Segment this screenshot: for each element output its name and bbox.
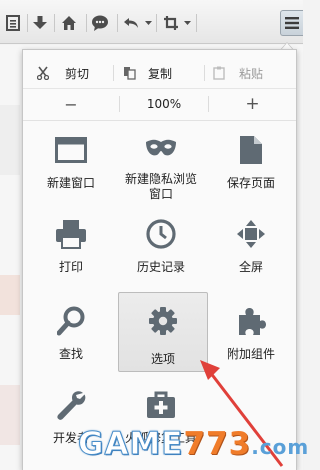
copy-icon (124, 67, 136, 80)
toolbar-separator (196, 14, 197, 32)
watermark-part1: GAME (77, 426, 184, 463)
new-private-window-button[interactable]: 新建隐私浏览 窗口 (116, 122, 206, 202)
paste-button[interactable]: 粘贴 (213, 58, 293, 88)
copy-label: 复制 (148, 66, 173, 81)
print-label: 打印 (58, 260, 83, 274)
firefox-menu-panel: 剪切 复制 粘贴 − 100% + 新建窗口 新建隐私浏览 窗口 保存页面 打印… (22, 49, 297, 470)
crop-dropdown-icon[interactable] (182, 12, 192, 34)
toolbar-separator (86, 14, 87, 32)
add-ons-button[interactable]: 附加组件 (206, 293, 296, 373)
new-window-label: 新建窗口 (46, 176, 95, 190)
gear-icon (148, 303, 178, 339)
cut-label: 剪切 (65, 66, 90, 81)
chat-icon[interactable] (89, 12, 111, 34)
window-icon (55, 132, 87, 168)
magnifier-icon (57, 303, 85, 339)
options-button[interactable]: 选项 (118, 292, 208, 372)
fullscreen-label: 全屏 (238, 260, 263, 274)
zoom-out-button[interactable]: − (23, 89, 119, 119)
save-page-label: 保存页面 (226, 176, 275, 190)
history-label: 历史记录 (136, 260, 185, 274)
save-page-button[interactable]: 保存页面 (206, 122, 296, 202)
crop-icon[interactable] (160, 12, 182, 34)
page-icon (239, 132, 263, 168)
download-icon[interactable] (29, 12, 51, 34)
new-window-button[interactable]: 新建窗口 (26, 122, 116, 202)
bookmark-list-icon[interactable] (2, 12, 24, 34)
grid-divider (23, 120, 296, 121)
browser-toolbar (0, 0, 303, 44)
undo-dropdown-icon[interactable] (143, 12, 153, 34)
toolbar-separator (54, 14, 55, 32)
puzzle-icon (236, 303, 266, 339)
fullscreen-button[interactable]: 全屏 (206, 206, 296, 286)
find-label: 查找 (58, 347, 83, 361)
history-button[interactable]: 历史记录 (116, 206, 206, 286)
find-button[interactable]: 查找 (26, 293, 116, 373)
mask-icon (145, 132, 177, 164)
zoom-level-reset[interactable]: 100% (120, 89, 208, 119)
background-strip (0, 275, 20, 315)
edit-separator (204, 65, 205, 81)
scissors-icon (37, 66, 49, 80)
toolbar-separator (156, 14, 157, 32)
home-icon[interactable] (58, 12, 80, 34)
zoom-in-button[interactable]: + (209, 89, 296, 119)
print-button[interactable]: 打印 (26, 206, 116, 286)
watermark-part2: 773 (183, 426, 252, 462)
undo-icon[interactable] (121, 12, 143, 34)
edit-separator (113, 65, 114, 81)
copy-button[interactable]: 复制 (123, 58, 203, 88)
edit-controls-row: 剪切 复制 粘贴 (23, 58, 296, 88)
hamburger-menu-icon[interactable] (280, 10, 303, 36)
wrench-icon (56, 387, 86, 423)
options-label: 选项 (150, 352, 175, 366)
medkit-icon (146, 387, 176, 423)
new-private-window-label: 新建隐私浏览 窗口 (124, 172, 197, 201)
toolbar-separator (27, 14, 28, 32)
background-strip (0, 385, 20, 445)
watermark-part3: .com (251, 435, 310, 459)
paste-label: 粘贴 (239, 66, 264, 81)
cut-button[interactable]: 剪切 (37, 58, 117, 88)
watermark-logo: GAME773.com (77, 426, 310, 463)
zoom-controls-row: − 100% + (23, 88, 296, 118)
background-strip (0, 105, 20, 175)
clipboard-icon (213, 66, 225, 80)
clock-icon (146, 216, 176, 252)
printer-icon (55, 216, 87, 252)
fullscreen-icon (236, 216, 266, 252)
toolbar-separator (117, 14, 118, 32)
add-ons-label: 附加组件 (226, 347, 275, 361)
